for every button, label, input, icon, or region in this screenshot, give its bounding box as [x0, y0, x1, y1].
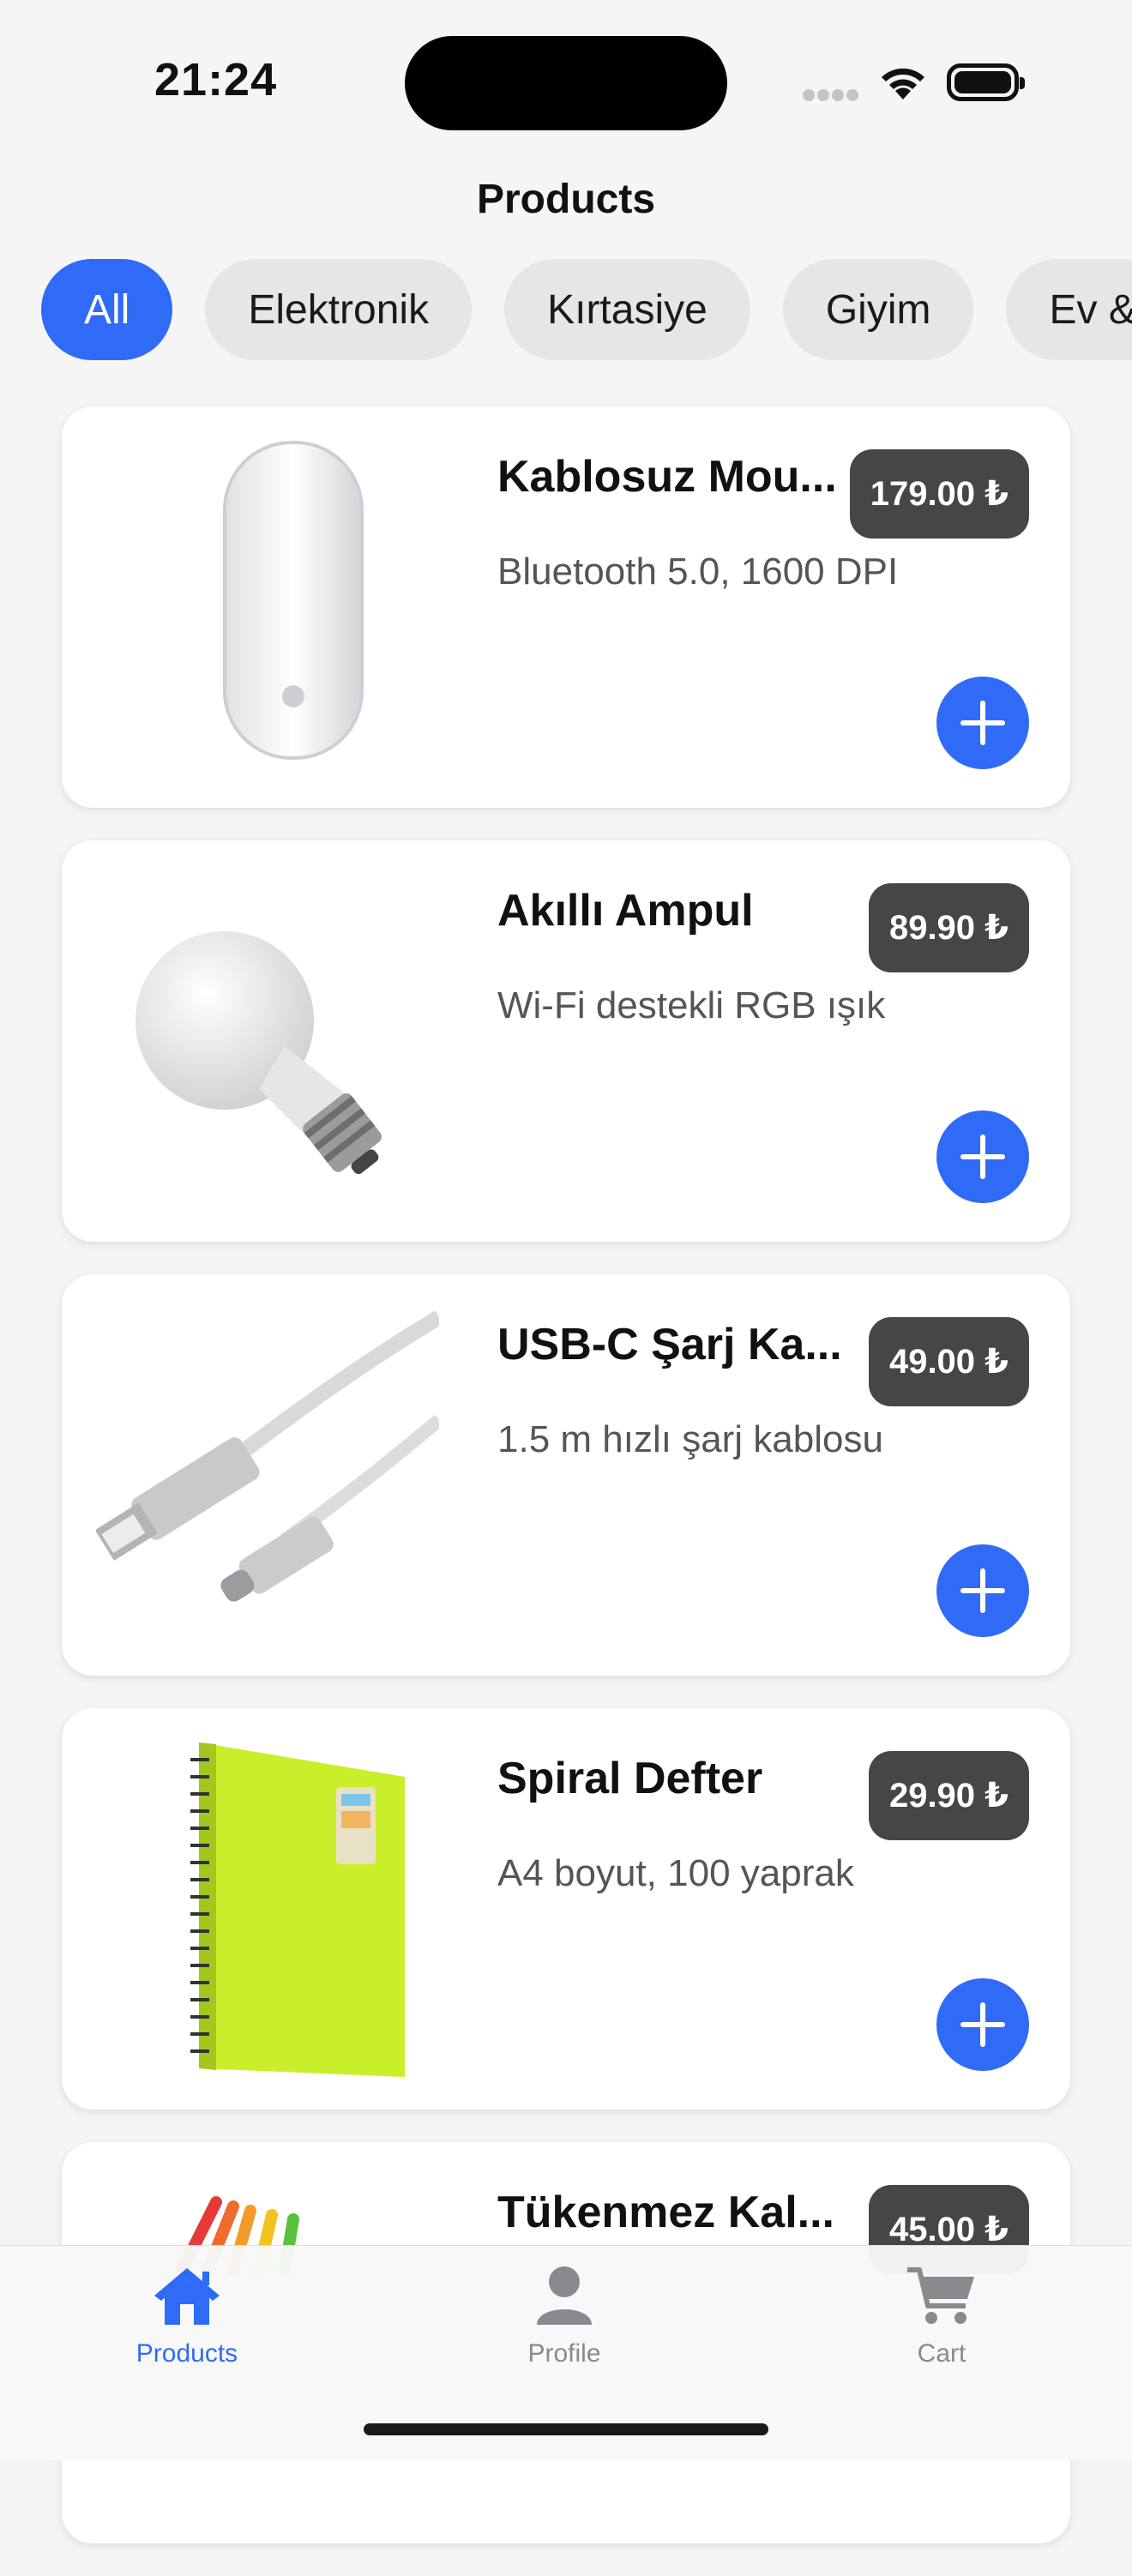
battery-icon	[947, 63, 1025, 101]
light-bulb-image	[135, 931, 382, 1175]
price-badge: 49.00 ₺	[868, 1317, 1029, 1406]
home-indicator	[364, 2423, 768, 2435]
tab-products[interactable]: Products	[58, 2263, 316, 2368]
category-filter: All Elektronik Kırtasiye Giyim Ev &	[41, 259, 1132, 360]
product-name: Kablosuz Mou...	[497, 452, 837, 502]
product-description: A4 boyut, 100 yaprak	[497, 1852, 854, 1894]
tab-label: Products	[135, 2339, 238, 2368]
product-name: Tükenmez Kal...	[497, 2188, 834, 2237]
product-description: Wi-Fi destekli RGB ışık	[497, 984, 886, 1026]
category-chip-giyim[interactable]: Giyim	[782, 259, 974, 360]
add-to-cart-button[interactable]	[936, 1544, 1029, 1637]
product-description: 1.5 m hızlı şarj kablosu	[497, 1418, 883, 1460]
product-name: Spiral Defter	[497, 1754, 763, 1803]
product-name: USB-C Şarj Ka...	[497, 1320, 842, 1369]
category-chip-kirtasiye[interactable]: Kırtasiye	[504, 259, 750, 360]
add-to-cart-button[interactable]	[936, 1110, 1029, 1203]
house-icon	[154, 2268, 220, 2325]
wifi-icon	[882, 68, 924, 99]
tab-profile[interactable]: Profile	[436, 2263, 693, 2368]
product-description: Bluetooth 5.0, 1600 DPI	[497, 551, 899, 593]
price-badge: 29.90 ₺	[868, 1751, 1029, 1840]
page-title: Products	[476, 177, 656, 222]
person-icon	[537, 2266, 592, 2325]
status-time: 21:24	[154, 54, 278, 105]
spiral-notebook-image	[190, 1742, 405, 2077]
product-card[interactable]: Kablosuz Mou... 179.00 ₺ Bluetooth 5.0, …	[62, 406, 1070, 808]
price-badge: 89.90 ₺	[868, 883, 1029, 972]
usb-cable-image	[96, 1310, 439, 1602]
tab-label: Profile	[527, 2339, 601, 2368]
tab-label: Cart	[917, 2339, 966, 2368]
product-card[interactable]: USB-C Şarj Ka... 49.00 ₺ 1.5 m hızlı şar…	[62, 1274, 1070, 1676]
product-card[interactable]: Spiral Defter 29.90 ₺ A4 boyut, 100 yapr…	[62, 1708, 1070, 2110]
cellular-signal-icon	[803, 89, 859, 101]
status-bar: 21:24	[0, 0, 1132, 172]
magic-mouse-image	[223, 441, 364, 760]
category-chip-elektronik[interactable]: Elektronik	[205, 259, 473, 360]
price-badge: 179.00 ₺	[849, 449, 1029, 539]
product-card[interactable]: Akıllı Ampul 89.90 ₺ Wi-Fi destekli RGB …	[62, 840, 1070, 1242]
add-to-cart-button[interactable]	[936, 1978, 1029, 2071]
category-chip-all[interactable]: All	[41, 259, 173, 360]
product-name: Akıllı Ampul	[497, 886, 754, 936]
category-chip-ev[interactable]: Ev &	[1006, 259, 1132, 360]
dynamic-island	[405, 36, 727, 130]
add-to-cart-button[interactable]	[936, 677, 1029, 769]
cart-icon	[907, 2267, 974, 2324]
tab-cart[interactable]: Cart	[813, 2263, 1070, 2368]
